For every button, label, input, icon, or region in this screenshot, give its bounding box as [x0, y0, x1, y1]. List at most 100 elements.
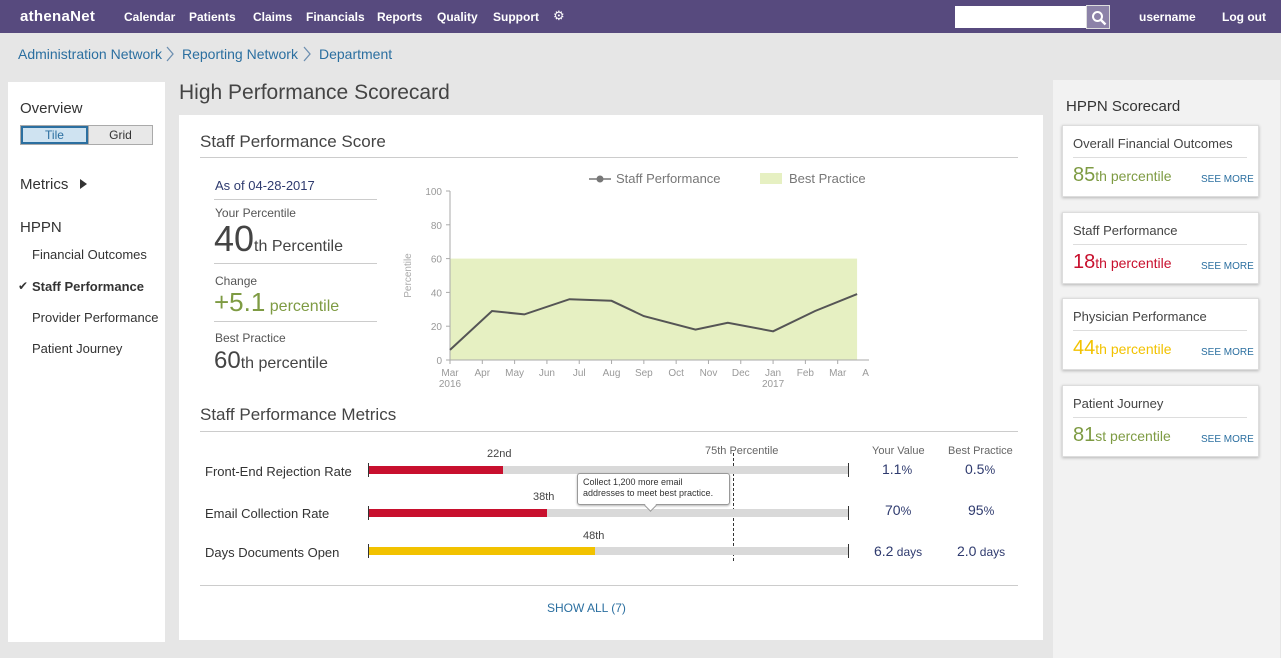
value-unit: %	[901, 463, 913, 477]
change-number: +5.1	[214, 287, 266, 317]
breadcrumb-reporting-network[interactable]: Reporting Network	[182, 46, 298, 62]
nav-financials[interactable]: Financials	[306, 10, 365, 24]
metric-your-value: 6.2 days	[874, 543, 922, 559]
card-value-number: 81	[1073, 424, 1096, 446]
metric-bar-fill	[369, 547, 595, 555]
gear-icon[interactable]: ⚙	[553, 8, 565, 24]
bar-end-tick	[848, 544, 849, 558]
sidebar-item-staff-performance[interactable]: Staff Performance	[32, 279, 144, 294]
metric-label-days-documents-open: Days Documents Open	[205, 545, 340, 560]
search-button[interactable]	[1086, 5, 1110, 29]
card-title: Staff Performance	[1073, 223, 1178, 238]
x-tick-label: Feb	[797, 368, 815, 379]
value-unit: %	[900, 504, 912, 518]
divider	[1073, 244, 1247, 245]
chevron-right-icon	[303, 46, 311, 62]
x-tick-label: Apr	[862, 368, 869, 379]
divider	[200, 157, 1018, 158]
nav-support[interactable]: Support	[493, 10, 539, 24]
value-number: 95	[968, 502, 984, 518]
left-sidebar: Overview Tile Grid Metrics HPPN Financia…	[8, 82, 165, 642]
username-link[interactable]: username	[1139, 10, 1196, 24]
y-tick-label: 60	[431, 255, 443, 266]
x-tick-label: Sep	[635, 368, 653, 379]
best-practice-number: 60	[214, 347, 241, 374]
x-year-label: 2017	[762, 379, 785, 390]
value-number: 2.0	[957, 543, 977, 559]
card-value-unit: th percentile	[1095, 168, 1172, 184]
show-all-link[interactable]: SHOW ALL (7)	[547, 601, 626, 615]
breadcrumb-department[interactable]: Department	[319, 46, 392, 62]
x-tick-label: Oct	[668, 368, 684, 379]
y-axis-label: Percentile	[403, 253, 414, 298]
value-number: 0.5	[965, 461, 985, 477]
value-number: 1.1	[882, 461, 902, 477]
tile-toggle-button[interactable]: Tile	[21, 126, 88, 144]
value-number: 70	[885, 502, 901, 518]
see-more-link[interactable]: SEE MORE	[1201, 261, 1254, 272]
logout-link[interactable]: Log out	[1222, 10, 1266, 24]
y-tick-label: 0	[436, 356, 442, 367]
see-more-link[interactable]: SEE MORE	[1201, 434, 1254, 445]
search-icon	[1092, 11, 1107, 26]
nav-claims[interactable]: Claims	[253, 10, 292, 24]
card-value-number: 18	[1073, 251, 1096, 273]
metrics-menu[interactable]: Metrics	[20, 176, 68, 193]
overview-heading[interactable]: Overview	[20, 100, 83, 117]
sidebar-item-provider-performance[interactable]: Provider Performance	[32, 310, 158, 325]
card-value: 85th percentile	[1073, 164, 1172, 187]
nav-reports[interactable]: Reports	[377, 10, 422, 24]
card-title: Physician Performance	[1073, 309, 1207, 324]
hppn-scorecard-title: HPPN Scorecard	[1066, 98, 1181, 115]
divider	[200, 585, 1018, 586]
metric-percentile-label: 38th	[533, 491, 555, 503]
breadcrumb-administration-network[interactable]: Administration Network	[18, 46, 162, 62]
value-unit: days	[976, 545, 1006, 559]
nav-patients[interactable]: Patients	[189, 10, 236, 24]
change-label: Change	[215, 274, 258, 288]
best-practice-unit: th percentile	[240, 355, 328, 372]
x-tick-label: Mar	[829, 368, 847, 379]
sidebar-item-patient-journey[interactable]: Patient Journey	[32, 341, 122, 356]
y-tick-label: 20	[431, 322, 443, 333]
best-practice-value: 60th percentile	[214, 347, 328, 375]
staff-performance-chart: Staff Performance Best Practice 0 20 40 60 80 1…	[403, 171, 869, 390]
scorecard-card-staff-performance[interactable]: Staff Performance 18th percentile SEE MO…	[1062, 212, 1259, 284]
divider	[200, 431, 1018, 432]
card-value: 44th percentile	[1073, 337, 1172, 360]
card-value: 81st percentile	[1073, 424, 1171, 447]
sidebar-item-financial-outcomes[interactable]: Financial Outcomes	[32, 247, 147, 262]
divider	[214, 263, 377, 264]
column-best-practice: Best Practice	[948, 445, 1013, 457]
legend-label-staff-performance: Staff Performance	[616, 171, 721, 186]
x-tick-label: May	[505, 368, 524, 379]
nav-quality[interactable]: Quality	[437, 10, 478, 24]
triangle-right-icon[interactable]	[80, 179, 87, 189]
scorecard-card-financial-outcomes[interactable]: Overall Financial Outcomes 85th percenti…	[1062, 125, 1259, 197]
value-unit: %	[983, 504, 995, 518]
page-title: High Performance Scorecard	[179, 81, 450, 104]
grid-toggle-button[interactable]: Grid	[88, 126, 152, 144]
y-tick-label: 100	[425, 187, 442, 198]
see-more-link[interactable]: SEE MORE	[1201, 347, 1254, 358]
x-tick-label: Aug	[603, 368, 621, 379]
value-number: 6.2	[874, 543, 894, 559]
bar-end-tick	[848, 463, 849, 477]
scorecard-card-patient-journey[interactable]: Patient Journey 81st percentile SEE MORE	[1062, 385, 1259, 457]
column-your-value: Your Value	[872, 445, 925, 457]
best-practice-band	[450, 258, 858, 360]
app-logo[interactable]: athenaNet	[20, 8, 95, 25]
metric-bar	[369, 547, 849, 555]
metric-best-value: 0.5%	[965, 461, 995, 477]
nav-calendar[interactable]: Calendar	[124, 10, 175, 24]
change-value: +5.1 percentile	[214, 287, 339, 318]
scorecard-card-physician-performance[interactable]: Physician Performance 44th percentile SE…	[1062, 298, 1259, 370]
legend-band-swatch	[760, 173, 782, 184]
divider	[1073, 417, 1247, 418]
metric-bar[interactable]	[369, 509, 849, 517]
search-input[interactable]	[955, 6, 1086, 28]
metric-label-front-end-rejection: Front-End Rejection Rate	[205, 464, 352, 479]
see-more-link[interactable]: SEE MORE	[1201, 174, 1254, 185]
x-tick-label: Mar	[441, 368, 459, 379]
card-value-number: 44	[1073, 337, 1096, 359]
